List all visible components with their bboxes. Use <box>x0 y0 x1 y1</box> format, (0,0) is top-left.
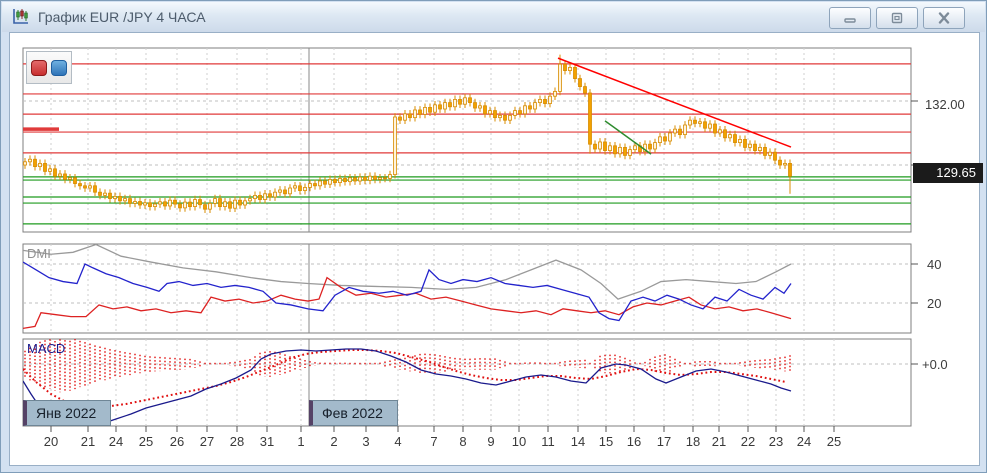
dmi-tick-20: 20 <box>927 296 942 311</box>
macd-tick-zero: +0.0 <box>922 357 948 372</box>
dmi-label: DMI <box>27 246 51 261</box>
chart-canvas[interactable] <box>1 1 987 473</box>
macd-label: MACD <box>27 341 66 356</box>
month-label-jan: Янв 2022 <box>23 400 112 426</box>
red-marker-button[interactable] <box>31 59 47 76</box>
current-price-badge: 129.65 <box>913 163 983 183</box>
blue-marker-button[interactable] <box>51 59 67 76</box>
month-label-feb: Фев 2022 <box>309 400 398 426</box>
price-tick-132: 132.00 <box>925 97 965 112</box>
chart-window: График EUR /JPY 4 ЧАСА DMI MACD 132.00 4… <box>0 0 987 473</box>
chart-object-toolbar <box>26 51 72 84</box>
dmi-tick-40: 40 <box>927 257 942 272</box>
